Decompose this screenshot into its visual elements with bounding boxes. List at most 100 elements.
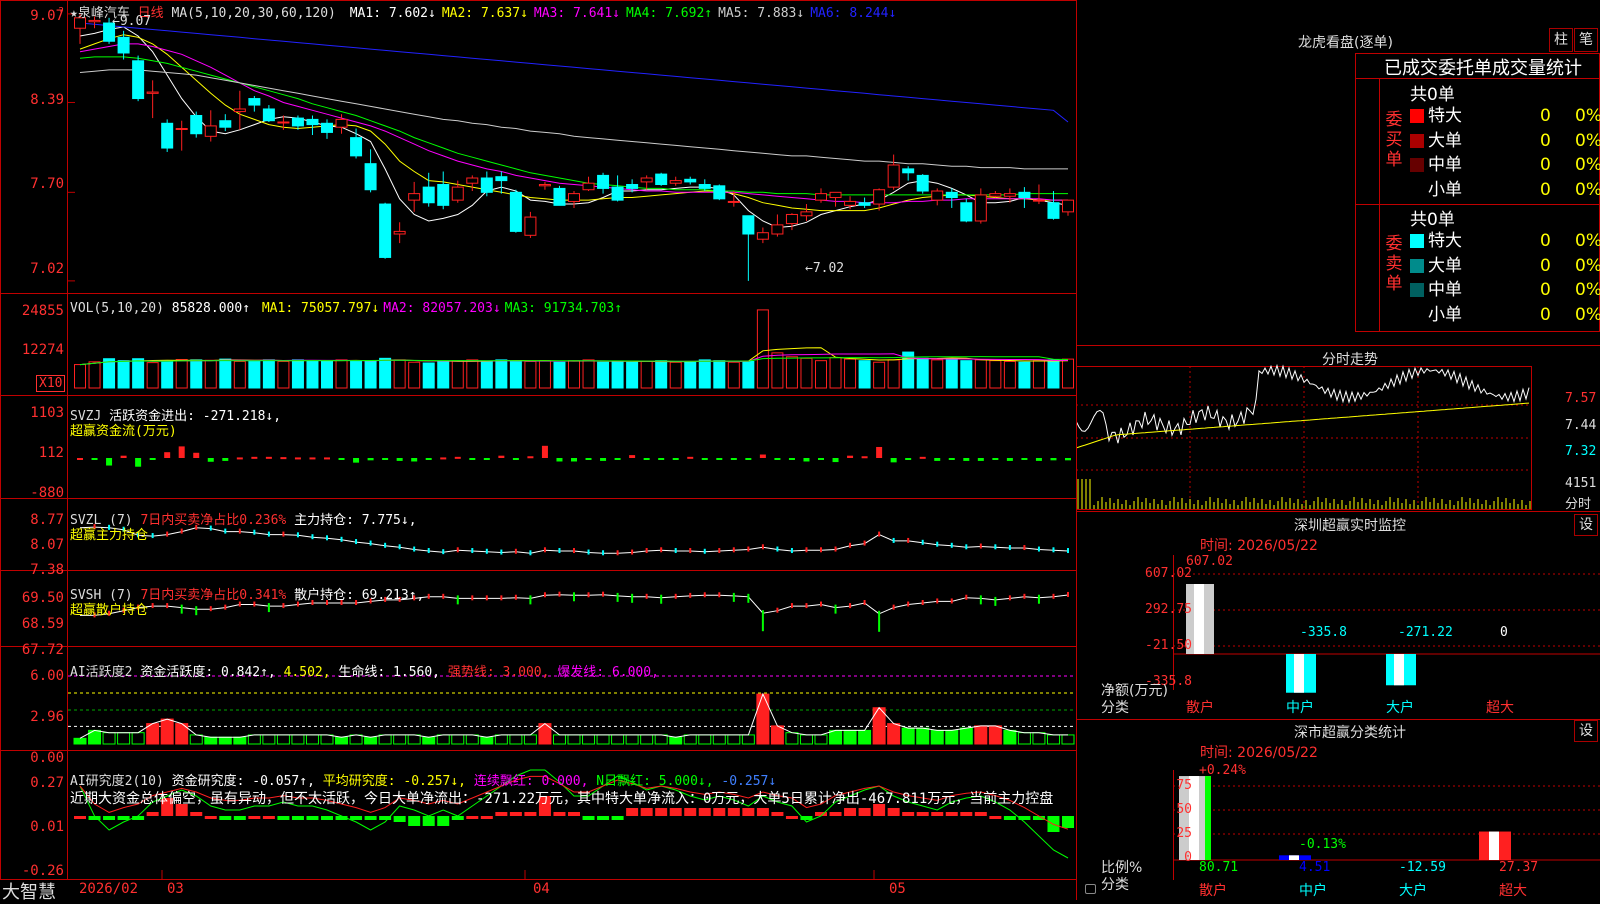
flow-bar [280,457,287,460]
flow-bar [309,457,316,460]
sell-total: 共0单 [1410,210,1455,230]
research-bar [597,816,610,820]
ma-label: MA6: 8.244↓ [810,6,897,21]
order-row: 大单 0 0% [1410,129,1600,153]
flow-bar [818,458,824,460]
app-logo[interactable]: 大智慧 [2,878,56,904]
class-category: 超大 [1499,883,1527,899]
vol-unit-badge[interactable]: X10 [36,375,66,392]
volume-bar [626,361,639,389]
flow-bar [1065,458,1071,461]
flow-bar [629,455,636,458]
flow-bar [338,458,345,460]
candle [509,191,522,232]
candle [873,189,886,205]
monitor-settings-button[interactable]: 设 [1574,514,1598,536]
color-swatch [1410,133,1424,148]
bar-view-button[interactable]: 柱 [1549,28,1573,52]
activity-bar [654,734,668,745]
tick-view-button[interactable]: 笔 [1574,28,1598,52]
research-bar [669,808,682,816]
chart-canvas[interactable] [0,0,1100,900]
class-settings-button[interactable]: 设 [1574,720,1598,742]
candle [829,191,842,199]
color-swatch [1410,234,1424,248]
color-swatch [1410,307,1424,322]
research-bar [611,816,624,820]
flow-bar [251,456,258,459]
candle [350,137,363,157]
candle [132,60,145,100]
ai-active-value2: 4.502, [283,665,331,680]
ai-active-strong: 强势线: 3.000, [447,665,550,680]
order-count: 0 [1540,231,1551,251]
ai-research-title: AI研究度2(10) [70,774,164,789]
flow-bar [832,458,839,463]
svsh-tick: 67.72 [21,642,64,658]
candle [277,121,290,124]
research-bar [350,816,363,820]
monitor-tick: 607.02 [1145,566,1192,581]
flow-bar [614,458,621,460]
flow-bar [890,458,897,463]
activity-bar [727,734,741,745]
class-time: 时间: 2026/05/22 [1200,745,1318,761]
activity-bar [523,734,537,745]
candle [524,216,537,236]
monitor-time: 时间: 2026/05/22 [1200,538,1318,554]
ai-research-header: AI研究度2(10) 资金研究度: -0.057↑, 平均研究度: -0.257… [70,770,776,789]
research-bar [291,816,304,820]
flow-bar [948,458,955,460]
vol-tick: 24855 [21,303,64,319]
date-label: 03 [167,881,184,897]
date-label: 04 [533,881,550,897]
candle [597,174,610,189]
volume-bar [262,359,275,389]
volume-bar [727,361,740,389]
vol-ma-label: MA2: 82057.203↓ [383,301,501,316]
candle [291,117,304,127]
candle [495,176,508,182]
ma-label: MA3: 7.641↓ [533,6,620,21]
volume-bar [597,361,610,389]
research-bar [582,816,595,820]
flow-bar [934,458,941,461]
activity-bar [364,736,378,745]
star-icon[interactable]: ★ [70,6,78,21]
monitor-value-label: -335.8 [1300,625,1347,640]
research-bar [916,812,929,816]
ma-label: MA5: 7.883↓ [718,6,805,21]
lock-icon[interactable] [1085,884,1096,894]
volume-bar [335,359,348,389]
flow-bar [1035,458,1042,461]
order-size-label: 小单 [1428,179,1462,200]
flow-bar [440,457,447,460]
order-size-label: 大单 [1428,130,1462,151]
order-row: 小单 0 0% [1410,303,1600,327]
flow-bar [425,458,432,460]
ai-active-burst: 爆发线: 6.000, [557,665,659,680]
monitor-value-label: 607.02 [1186,554,1233,569]
volume-bar [146,362,159,389]
class-tick: 75 [1176,778,1192,793]
candle [931,190,944,201]
flow-bar [643,458,650,460]
candle [887,164,900,188]
candle [902,168,915,174]
order-row: 小单 0 0% [1410,178,1600,202]
flow-bar [149,458,156,460]
activity-bar [785,732,799,745]
volume-bar [931,359,944,389]
intraday-unit: 分时 [1565,497,1592,512]
flow-bar [541,445,548,458]
flow-bar [483,458,490,460]
flow-bar [396,458,403,461]
question-icon[interactable]: ? [58,6,64,17]
order-pct: 0% [1575,255,1600,276]
flow-bar [1006,458,1013,461]
volume-bar [233,360,246,389]
vol-ma-label: MA1: 75057.797↓ [261,301,380,316]
lhb-title: 龙虎看盘(逐单) [1298,35,1393,51]
research-bar [858,808,871,816]
order-pct: 0% [1575,179,1600,200]
